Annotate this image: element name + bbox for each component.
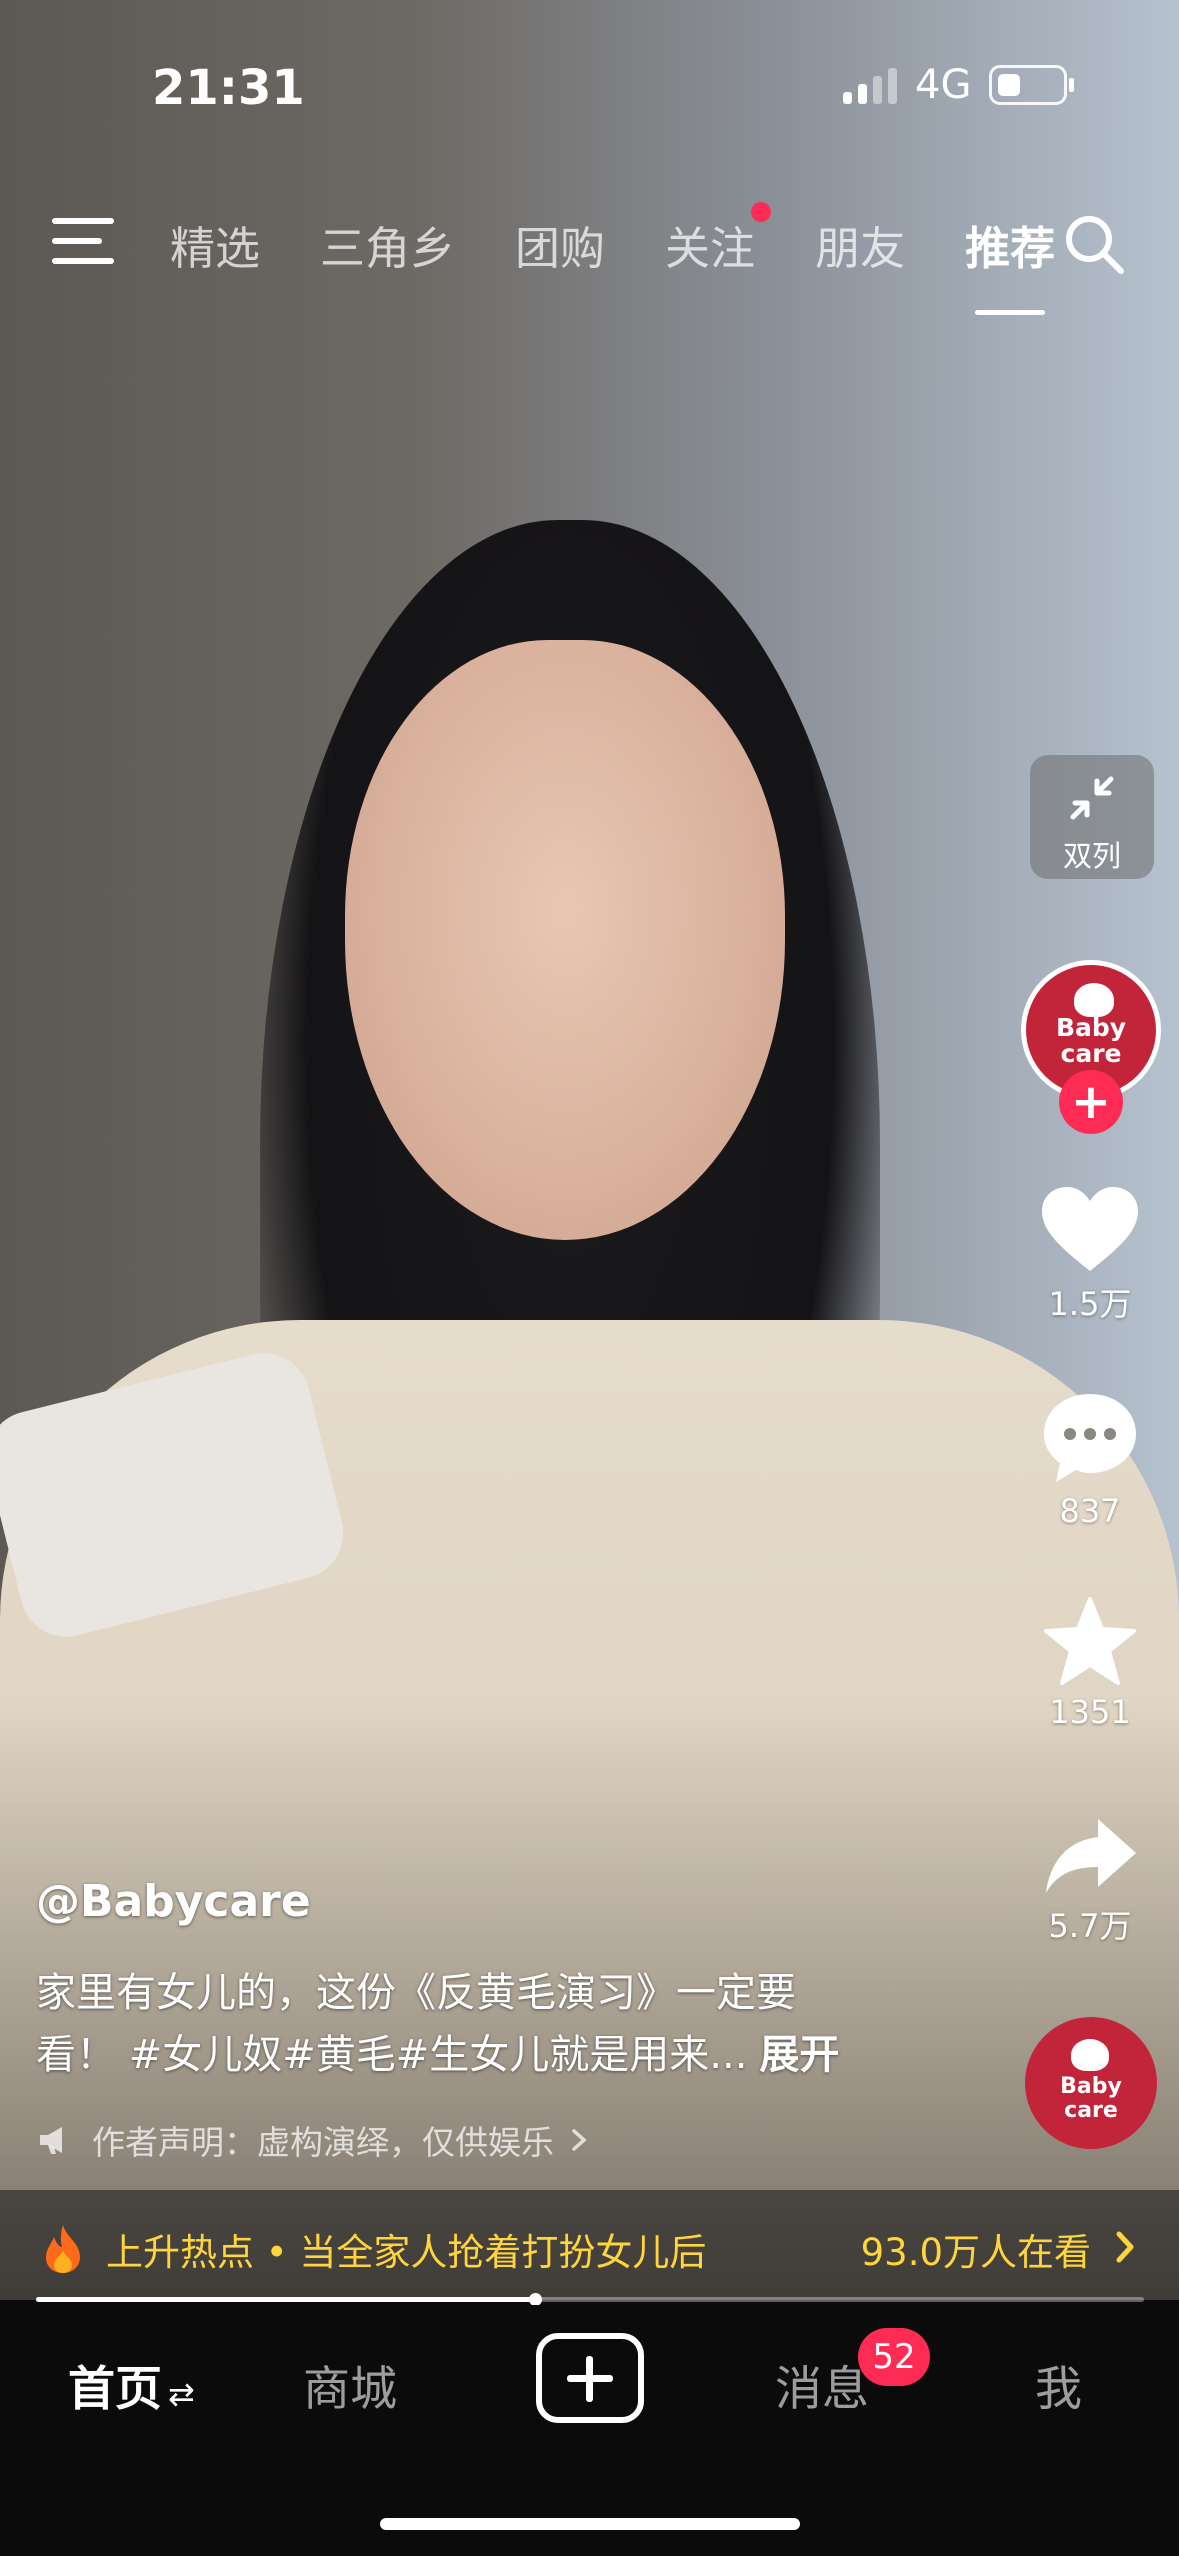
like-button[interactable]: 1.5万 [1035, 1185, 1145, 1325]
tab-tuijian[interactable]: 推荐 [965, 212, 1055, 315]
messages-badge: 52 [858, 2328, 930, 2386]
tab-jingxuan[interactable]: 精选 [170, 212, 260, 277]
like-count: 1.5万 [1048, 1285, 1132, 1323]
hot-topic-bar[interactable]: 上升热点 • 当全家人抢着打扮女儿后 93.0万人在看 [0, 2190, 1179, 2308]
hot-topic-text: 上升热点 • 当全家人抢着打扮女儿后 [106, 2231, 707, 2274]
heart-icon [1042, 1187, 1138, 1271]
nav-messages[interactable]: 消息 [775, 2350, 869, 2419]
tab-sanjiaoxiang[interactable]: 三角乡 [320, 212, 455, 277]
nav-home-label: 首页 [68, 2362, 162, 2417]
caption-line-2-text: 看！ #女儿奴#黄毛#生女儿就是用来... [36, 2032, 748, 2078]
menu-icon[interactable] [52, 218, 114, 266]
signal-icon [843, 66, 897, 104]
tab-guanzhu-label: 关注 [665, 222, 756, 275]
nav-me[interactable]: 我 [1035, 2350, 1082, 2419]
tab-guanzhu[interactable]: 关注 [665, 202, 772, 277]
share-button[interactable]: 5.7万 [1035, 1815, 1145, 1947]
video-figure-face [345, 640, 785, 1240]
comment-count: 837 [1059, 1492, 1121, 1530]
collapse-arrows-icon [1070, 776, 1114, 820]
fire-icon [46, 2225, 80, 2273]
create-button[interactable] [536, 2333, 644, 2423]
nav-home[interactable]: 首页 ⇄ [68, 2350, 195, 2419]
top-tabs: 精选 三角乡 团购 关注 朋友 推荐 [170, 202, 1115, 315]
music-logo-line2: care [1064, 2098, 1118, 2123]
network-type: 4G [915, 62, 972, 108]
video-caption: 家里有女儿的，这份《反黄毛演习》一定要 看！ #女儿奴#黄毛#生女儿就是用来..… [36, 1962, 936, 2086]
search-icon[interactable] [1063, 213, 1125, 275]
chevron-right-icon [572, 2129, 587, 2151]
declaration-text: 作者声明：虚构演绎，仅供娱乐 [92, 2123, 554, 2162]
comment-button[interactable]: 837 [1035, 1390, 1145, 1530]
share-arrow-icon [1046, 1819, 1136, 1893]
music-logo-line1: Baby [1060, 2074, 1122, 2099]
video-progress-bar[interactable] [36, 2293, 1144, 2306]
status-indicators: 4G [843, 62, 1075, 108]
avatar-logo-line2: care [1060, 1039, 1122, 1068]
comment-icon [1044, 1394, 1136, 1482]
babycare-logo-icon-small [1071, 2039, 1109, 2071]
tab-tuangou[interactable]: 团购 [515, 212, 605, 277]
dual-column-button[interactable]: 双列 [1030, 755, 1154, 879]
star-icon [1044, 1597, 1136, 1685]
swap-icon: ⇄ [168, 2375, 195, 2413]
caption-line-2: 看！ #女儿奴#黄毛#生女儿就是用来... 展开 [36, 2024, 936, 2086]
video-player[interactable] [0, 0, 1179, 2300]
status-time: 21:31 [152, 60, 305, 116]
expand-link[interactable]: 展开 [759, 2032, 839, 2078]
avatar-logo-line1: Baby [1055, 1013, 1127, 1042]
hot-viewers-count: 93.0万人在看 [860, 2231, 1091, 2274]
follow-button[interactable]: + [1059, 1070, 1123, 1134]
favorite-count: 1351 [1049, 1693, 1131, 1731]
nav-mall[interactable]: 商城 [303, 2350, 397, 2419]
tab-pengyou[interactable]: 朋友 [815, 212, 905, 277]
caption-line-1: 家里有女儿的，这份《反黄毛演习》一定要 [36, 1970, 796, 2016]
favorite-button[interactable]: 1351 [1035, 1595, 1145, 1731]
home-indicator [380, 2518, 800, 2530]
app-screen: 21:31 4G 精选 三角乡 团购 关注 朋友 推荐 双列 Baby care… [0, 0, 1179, 2556]
megaphone-icon [40, 2127, 62, 2154]
battery-icon [989, 65, 1075, 105]
notification-dot [751, 202, 772, 222]
author-name[interactable]: @Babycare [36, 1876, 311, 1927]
author-declaration[interactable]: 作者声明：虚构演绎，仅供娱乐 [38, 2116, 608, 2164]
chevron-right-icon [1116, 2231, 1134, 2263]
music-disc[interactable]: Baby care [1025, 2017, 1157, 2149]
share-count: 5.7万 [1048, 1907, 1132, 1945]
babycare-logo-icon [1074, 983, 1114, 1017]
video-progress-fill [36, 2297, 535, 2302]
dual-column-label: 双列 [1062, 839, 1121, 873]
